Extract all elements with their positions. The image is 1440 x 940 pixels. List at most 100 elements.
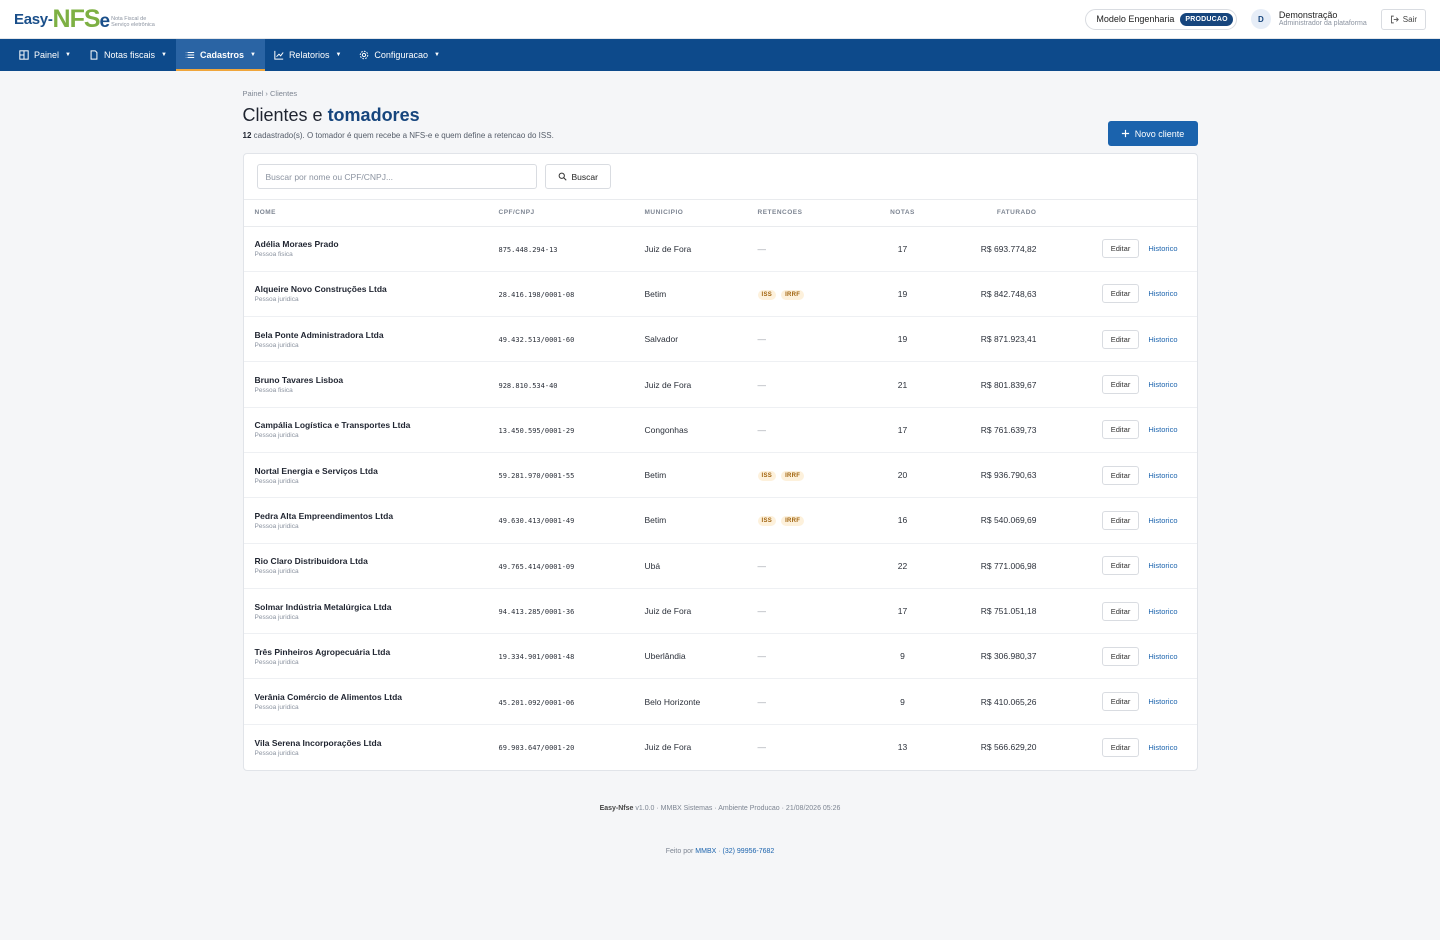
cell-doc: 928.810.534-40	[498, 361, 645, 408]
cell-notas: 9	[872, 633, 933, 680]
phone-link[interactable]: (32) 99956-7682	[723, 848, 775, 855]
history-link[interactable]: Historico	[1148, 380, 1177, 389]
nav-notas-fiscais[interactable]: Notas fiscais ▼	[80, 39, 176, 71]
table-row: Alqueire Novo Construções Ltda Pessoa jur…	[243, 271, 1197, 318]
col-retencoes[interactable]: RETENCOES	[757, 200, 873, 227]
cell-city: Juiz de Fora	[644, 361, 758, 408]
user-name: Demonstração	[1278, 10, 1338, 20]
cell-city: Juiz de Fora	[644, 588, 758, 635]
edit-button[interactable]: Editar	[1101, 737, 1140, 757]
user-menu[interactable]: D Demonstração Administrador da platafor…	[1250, 9, 1367, 29]
table-row: Campália Logística e Transportes Ltda Pes…	[243, 407, 1197, 453]
logout-button[interactable]: Sair	[1380, 8, 1426, 30]
history-link[interactable]: Historico	[1148, 425, 1177, 434]
cell-actions: Editar Historico	[1036, 543, 1197, 589]
client-name: Alqueire Novo Construções Ltda	[254, 284, 387, 295]
history-link[interactable]: Historico	[1148, 289, 1177, 298]
cell-doc: 59.281.970/0001-55	[498, 452, 645, 499]
top-bar: Easy- NFSe Nota Fiscal de Serviço eletrôn…	[0, 0, 1440, 39]
edit-button[interactable]: Editar	[1101, 465, 1140, 485]
edit-button[interactable]: Editar	[1101, 284, 1140, 304]
client-doc: 19.334.901/0001-48	[498, 653, 575, 662]
cell-faturado: R$ 410.065,26	[932, 678, 1037, 725]
edit-button[interactable]: Editar	[1101, 601, 1140, 621]
cell-name: Adélia Moraes Prado Pessoa fisica	[243, 226, 499, 272]
dashboard-icon	[19, 50, 29, 60]
nav-cadastros[interactable]: Cadastros ▼	[175, 39, 265, 71]
cell-actions: Editar Historico	[1036, 678, 1197, 725]
edit-button[interactable]: Editar	[1101, 646, 1140, 666]
cell-actions: Editar Historico	[1036, 452, 1197, 499]
client-name: Rio Claro Distribuidora Ltda	[254, 556, 368, 567]
retention-tag: IRRF	[781, 289, 805, 300]
col-notas[interactable]: NOTAS	[872, 200, 933, 227]
person-type: Pessoa juridica	[254, 568, 299, 576]
edit-button[interactable]: Editar	[1101, 510, 1140, 530]
edit-button[interactable]: Editar	[1101, 692, 1140, 712]
cell-doc: 19.334.901/0001-48	[498, 633, 645, 680]
made-by: Feito por MMBX · (32) 99956-7682	[243, 848, 1198, 855]
no-retention: —	[757, 560, 767, 571]
company-link[interactable]: MMBX	[695, 848, 716, 855]
history-link[interactable]: Historico	[1148, 244, 1177, 253]
company-selector[interactable]: Modelo Engenharia PRODUCAO	[1085, 8, 1237, 30]
history-link[interactable]: Historico	[1148, 697, 1177, 706]
cell-doc: 13.450.595/0001-29	[498, 407, 645, 453]
col-cpf-cnpj[interactable]: CPF/CNPJ	[498, 200, 645, 227]
search-input[interactable]	[256, 164, 537, 189]
search-icon	[558, 172, 567, 181]
cell-doc: 49.630.413/0001-49	[498, 497, 645, 544]
nav-configuracao[interactable]: Configuracao ▼	[350, 39, 449, 71]
new-client-label: Novo cliente	[1134, 128, 1185, 139]
edit-button[interactable]: Editar	[1101, 556, 1140, 576]
col-faturado[interactable]: FATURADO	[932, 200, 1037, 227]
nav-relatorios-label: Relatorios	[288, 50, 330, 60]
cell-faturado: R$ 751.051,18	[932, 588, 1037, 635]
cell-faturado: R$ 771.006,98	[932, 543, 1037, 589]
history-link[interactable]: Historico	[1148, 607, 1177, 616]
search-button[interactable]: Buscar	[544, 164, 611, 189]
cell-faturado: R$ 842.748,63	[932, 271, 1037, 318]
history-link[interactable]: Historico	[1148, 516, 1177, 525]
cell-city: Ubá	[644, 543, 758, 589]
nav-painel[interactable]: Painel ▼	[10, 39, 80, 71]
col-nome[interactable]: NOME	[243, 200, 499, 227]
cell-name: Solmar Indústria Metalúrgica Ltda Pessoa …	[243, 588, 499, 635]
history-link[interactable]: Historico	[1148, 335, 1177, 344]
history-link[interactable]: Historico	[1148, 471, 1177, 480]
history-link[interactable]: Historico	[1148, 652, 1177, 661]
cell-notas: 17	[872, 407, 933, 453]
no-retention: —	[757, 742, 767, 753]
table-row: Três Pinheiros Agropecuária Ltda Pessoa j…	[243, 633, 1197, 680]
title-prefix: Clientes e	[242, 105, 323, 125]
new-client-button[interactable]: Novo cliente	[1107, 121, 1198, 146]
logo-nfs-letters: NFS	[52, 4, 101, 33]
cell-notas: 22	[872, 543, 933, 589]
client-name: Campália Logística e Transportes Ltda	[254, 420, 411, 431]
client-doc: 28.416.198/0001-08	[498, 290, 575, 299]
person-type: Pessoa fisica	[254, 251, 293, 259]
list-icon	[185, 52, 195, 58]
chevron-down-icon: ▼	[161, 52, 167, 58]
cell-city: Juiz de Fora	[644, 742, 692, 753]
edit-button[interactable]: Editar	[1101, 375, 1140, 395]
retention-tag: ISS	[757, 471, 777, 482]
table-row: Pedra Alta Empreendimentos Ltda Pessoa ju…	[243, 497, 1197, 544]
app-logo[interactable]: Easy- NFSe Nota Fiscal de Serviço eletrôn…	[14, 0, 163, 39]
cell-notas: 17	[872, 226, 933, 272]
edit-button[interactable]: Editar	[1101, 420, 1140, 440]
retention-tag: IRRF	[781, 516, 805, 527]
cell-notas: 13	[897, 742, 908, 753]
cell-doc: 28.416.198/0001-08	[498, 271, 645, 318]
edit-button[interactable]: Editar	[1101, 329, 1140, 349]
edit-button[interactable]: Editar	[1101, 239, 1140, 259]
col-municipio[interactable]: MUNICIPIO	[644, 200, 758, 227]
person-type: Pessoa fisica	[254, 387, 293, 395]
history-link[interactable]: Historico	[1148, 743, 1177, 752]
retention-tag: ISS	[757, 516, 777, 527]
document-icon	[90, 50, 98, 60]
history-link[interactable]: Historico	[1148, 561, 1177, 570]
nav-relatorios[interactable]: Relatorios ▼	[265, 39, 350, 71]
table-row: Rio Claro Distribuidora Ltda Pessoa jurid…	[243, 543, 1197, 589]
client-doc: 49.765.414/0001-09	[498, 562, 575, 571]
